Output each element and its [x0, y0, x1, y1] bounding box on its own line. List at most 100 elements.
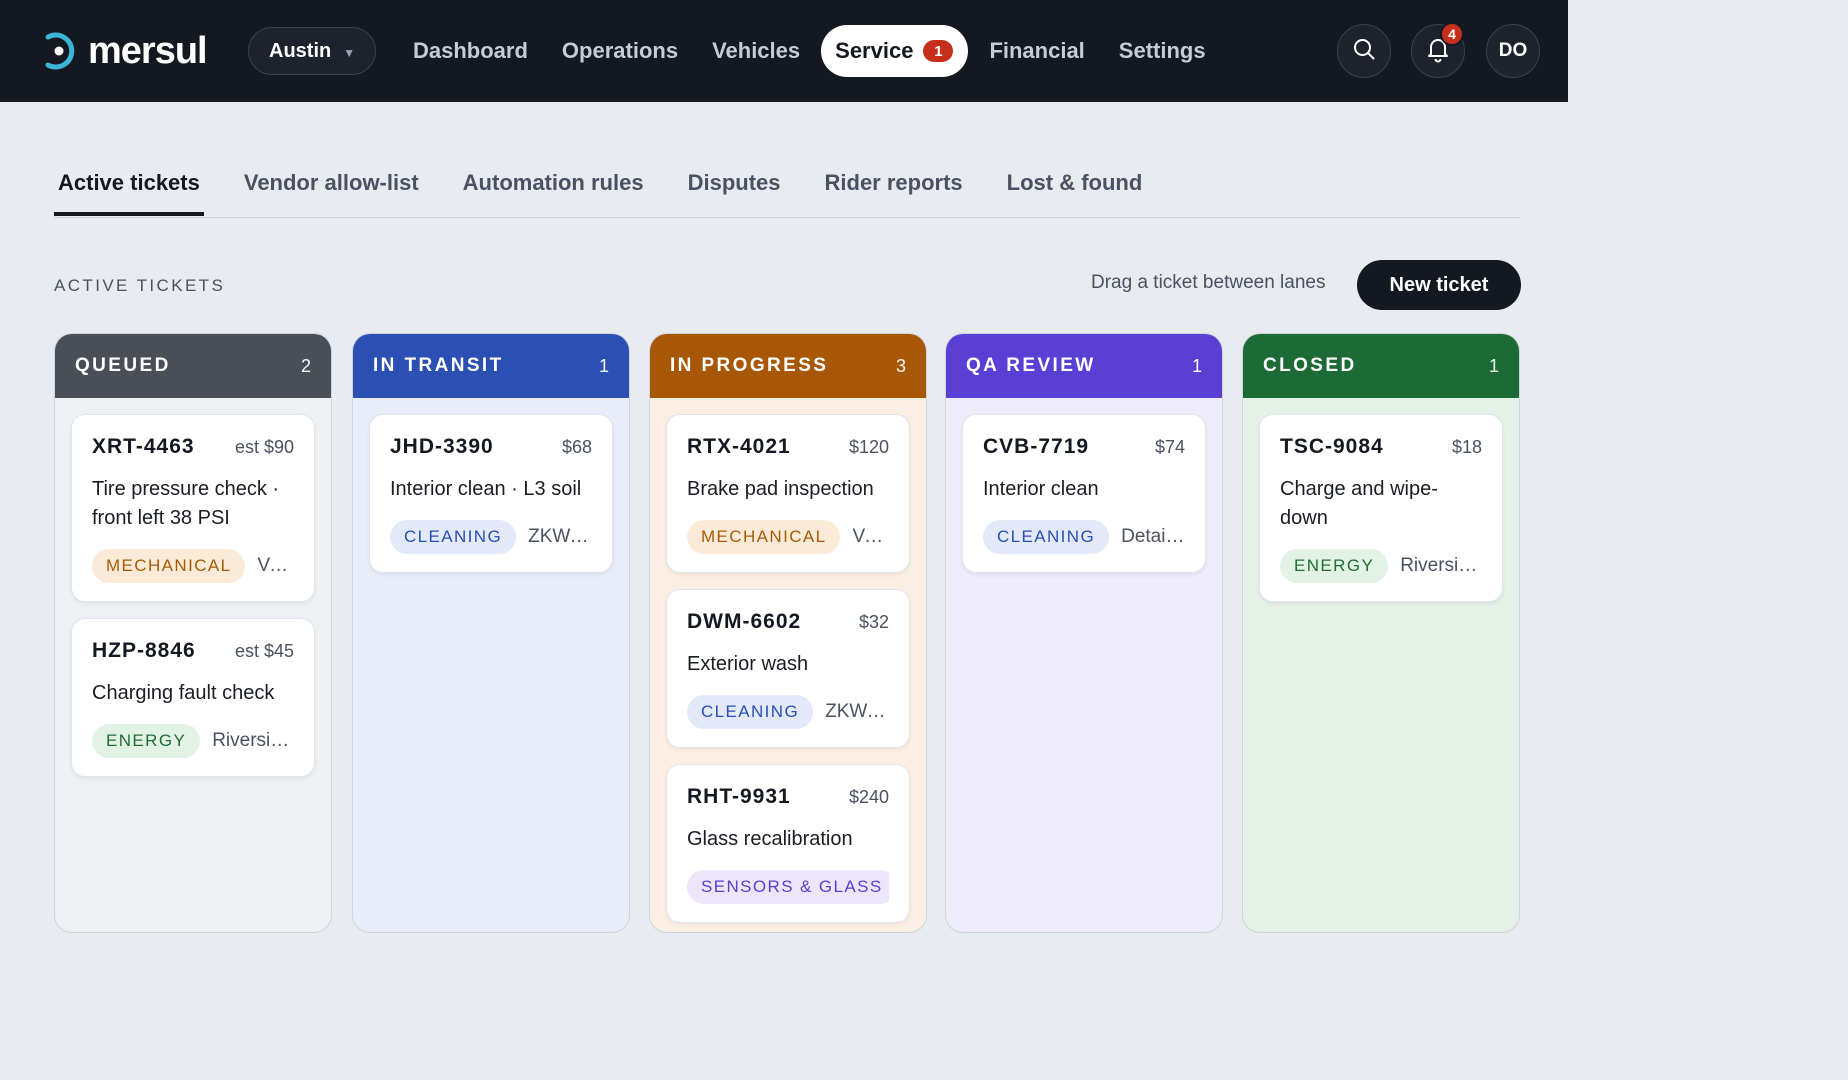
ticket-card[interactable]: JHD-3390 $68 Interior clean · L3 soil CLE…	[369, 414, 613, 573]
ticket-card[interactable]: DWM-6602 $32 Exterior wash CLEANING ZKWa..…	[666, 589, 910, 748]
vendor-name: Riversid...	[212, 730, 294, 751]
brand-name: mersul	[88, 30, 208, 72]
lane-title: QUEUED	[75, 355, 171, 376]
ticket-price: $18	[1451, 437, 1482, 457]
category-tag: MECHANICAL	[687, 520, 841, 554]
tab-label: Automation rules	[462, 170, 644, 195]
user-avatar[interactable]: DO	[1486, 24, 1540, 78]
ticket-id: DWM-6602	[687, 610, 802, 633]
ticket-price: $240	[848, 787, 889, 807]
lane-qa-review[interactable]: QA REVIEW 1 CVB-7719 $74 Interior clean C…	[945, 333, 1223, 933]
ticket-card[interactable]: RHT-9931 $240 Glass recalibration SENSORS…	[666, 764, 910, 923]
lane-header: QUEUED 2	[55, 334, 331, 398]
lane-header: IN PROGRESS 3	[650, 334, 926, 398]
tab-disputes[interactable]: Disputes	[684, 158, 785, 216]
nav-item-vehicles[interactable]: Vehicles	[695, 25, 817, 77]
category-tag: ENERGY	[1280, 549, 1389, 583]
ticket-id: RHT-9931	[687, 785, 791, 808]
lane-title: CLOSED	[1263, 355, 1357, 376]
ticket-price: $32	[858, 612, 889, 632]
tab-vendor-allow-list[interactable]: Vendor allow-list	[240, 158, 423, 216]
ticket-price: $120	[848, 437, 889, 457]
ticket-title: Glass recalibration	[687, 828, 853, 850]
category-tag: CLEANING	[687, 695, 814, 729]
nav-item-label: Operations	[561, 38, 679, 63]
city-selector[interactable]: Austin ▼	[248, 27, 377, 75]
vendor-name: ZKWa...	[825, 701, 889, 722]
nav-item-operations[interactable]: Operations	[545, 25, 695, 77]
lane-header: CLOSED 1	[1243, 334, 1519, 398]
lane-header: QA REVIEW 1	[946, 334, 1222, 398]
ticket-title: Interior clean · L3 soil	[390, 478, 582, 500]
search-icon	[1352, 37, 1376, 66]
search-button[interactable]	[1337, 24, 1391, 78]
lane-count: 1	[598, 355, 609, 376]
service-count-badge: 1	[923, 40, 954, 62]
tab-automation-rules[interactable]: Automation rules	[459, 158, 648, 216]
tab-label: Rider reports	[824, 170, 963, 195]
lane-in-progress[interactable]: IN PROGRESS 3 RTX-4021 $120 Brake pad ins…	[649, 333, 927, 933]
vendor-name: Vo...	[852, 526, 889, 547]
nav-item-label: Vehicles	[712, 38, 801, 63]
lane-closed[interactable]: CLOSED 1 TSC-9084 $18 Charge and wipe-dow…	[1242, 333, 1520, 933]
ticket-id: JHD-3390	[390, 435, 494, 458]
city-label: Austin	[269, 39, 332, 62]
vendor-name: Riversid...	[1400, 555, 1482, 576]
ticket-card[interactable]: CVB-7719 $74 Interior clean CLEANING Detai…	[962, 414, 1206, 573]
ticket-id: RTX-4021	[687, 435, 791, 458]
lane-body: CVB-7719 $74 Interior clean CLEANING Detai…	[946, 398, 1222, 605]
ticket-title: Exterior wash	[687, 653, 809, 675]
category-tag: CLEANING	[983, 520, 1110, 554]
lane-title: QA REVIEW	[966, 355, 1096, 376]
nav-item-label: Financial	[989, 38, 1085, 63]
lane-title: IN PROGRESS	[670, 355, 829, 376]
tab-label: Disputes	[687, 170, 781, 195]
new-ticket-button[interactable]: New ticket	[1357, 260, 1521, 310]
tab-rider-reports[interactable]: Rider reports	[821, 158, 967, 216]
ticket-price: est $90	[234, 437, 294, 457]
vendor-name: ZKWa...	[528, 526, 592, 547]
tab-lost-and-found[interactable]: Lost & found	[1003, 158, 1147, 216]
avatar-initials: DO	[1498, 40, 1528, 61]
vendor-name: Detail...	[1121, 526, 1185, 547]
ticket-id: HZP-8846	[92, 639, 196, 662]
lane-header: IN TRANSIT 1	[353, 334, 629, 398]
nav-item-financial[interactable]: Financial	[972, 25, 1101, 77]
logo-icon	[40, 31, 76, 71]
service-tabs: Active tickets Vendor allow-list Automat…	[54, 158, 1520, 218]
tab-active-tickets[interactable]: Active tickets	[54, 158, 204, 216]
ticket-card[interactable]: XRT-4463 est $90 Tire pressure check · fr…	[71, 414, 315, 602]
notifications-button[interactable]: 4	[1411, 22, 1465, 78]
top-navigation-bar: mersul Austin ▼ Dashboard Operations Veh…	[0, 0, 1568, 102]
lane-count: 1	[1488, 355, 1499, 376]
tab-label: Lost & found	[1006, 170, 1143, 195]
vendor-name: Vo...	[257, 555, 294, 576]
nav-item-dashboard[interactable]: Dashboard	[396, 25, 545, 77]
category-tag: MECHANICAL	[92, 549, 246, 583]
nav-item-label: Settings	[1118, 38, 1206, 63]
ticket-card[interactable]: HZP-8846 est $45 Charging fault check ENE…	[71, 618, 315, 777]
lane-body: JHD-3390 $68 Interior clean · L3 soil CLE…	[353, 398, 629, 605]
ticket-card[interactable]: TSC-9084 $18 Charge and wipe-down ENERGY R…	[1259, 414, 1503, 602]
ticket-title: Charging fault check	[92, 682, 275, 704]
main-nav: Dashboard Operations Vehicles Service 1 …	[396, 25, 1223, 77]
lane-count: 1	[1191, 355, 1202, 376]
ticket-title: Tire pressure check · front left 38 PSI	[92, 478, 280, 529]
lane-body: XRT-4463 est $90 Tire pressure check · fr…	[55, 398, 331, 809]
lane-queued[interactable]: QUEUED 2 XRT-4463 est $90 Tire pressure c…	[54, 333, 332, 933]
nav-item-service[interactable]: Service 1	[821, 25, 969, 77]
ticket-title: Charge and wipe-down	[1280, 478, 1438, 529]
category-tag: ENERGY	[92, 724, 201, 758]
lane-count: 2	[300, 355, 311, 376]
ticket-price: $68	[561, 437, 592, 457]
tab-label: Vendor allow-list	[243, 170, 419, 195]
lane-in-transit[interactable]: IN TRANSIT 1 JHD-3390 $68 Interior clean …	[352, 333, 630, 933]
ticket-id: XRT-4463	[92, 435, 195, 458]
nav-item-label: Service	[835, 38, 914, 63]
nav-item-settings[interactable]: Settings	[1102, 25, 1223, 77]
brand-logo[interactable]: mersul	[40, 30, 208, 72]
notifications-count-badge: 4	[1440, 22, 1464, 46]
tab-label: Active tickets	[58, 170, 200, 195]
ticket-card[interactable]: RTX-4021 $120 Brake pad inspection MECHAN…	[666, 414, 910, 573]
category-tag: CLEANING	[390, 520, 517, 554]
